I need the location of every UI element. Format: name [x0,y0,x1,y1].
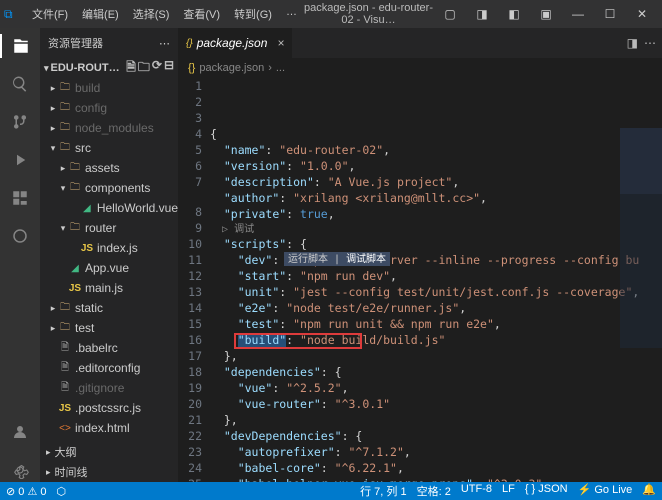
extensions-icon[interactable] [8,186,32,210]
gear-icon[interactable] [8,458,32,482]
folder-icon: 🗀 [58,100,72,117]
search-icon[interactable] [8,72,32,96]
tree-item[interactable]: 🗎.gitignore [40,378,178,398]
file-tree: ▸🗀build▸🗀config▸🗀node_modules▾🗀src▸🗀asse… [40,78,178,442]
tree-item[interactable]: ▾🗀router [40,218,178,238]
folder-icon: 🗀 [58,320,72,337]
title-bar: ⧉ 文件(F)编辑(E)选择(S)查看(V)转到(G)… package.jso… [0,0,662,28]
status-item[interactable]: ⬡ [56,485,66,498]
collapse-icon[interactable]: ⊟ [164,58,174,79]
new-file-icon[interactable]: 🗎 [126,58,136,79]
layout-icon[interactable]: ◨ [466,7,498,21]
status-item[interactable]: ⚡ Go Live [578,483,633,499]
debug-icon[interactable] [8,148,32,172]
more-icon[interactable]: ⋯ [159,37,170,50]
tree-item[interactable]: ◢App.vue [40,258,178,278]
folder-icon: 🗀 [68,160,82,177]
tree-item[interactable]: ▸🗀node_modules [40,118,178,138]
js-icon: JS [80,243,94,254]
tree-item[interactable]: ▸🗀test [40,318,178,338]
tree-item[interactable]: JS.postcssrc.js [40,398,178,418]
tree-item[interactable]: <>index.html [40,418,178,438]
sidebar-folder-header[interactable]: ▾ EDU-ROUT… 🗎 🗀 ⟳ ⊟ [40,58,178,78]
tree-item[interactable]: 🗎.editorconfig [40,358,178,378]
tree-item[interactable]: ▸🗀static [40,298,178,318]
folder-icon: 🗀 [58,140,72,157]
folder-icon: 🗀 [68,220,82,237]
file-icon: 🗎 [58,360,72,377]
status-item[interactable]: ⊘ 0 ⚠ 0 [6,485,46,498]
tree-item[interactable]: JSindex.js [40,238,178,258]
menu-item[interactable]: … [280,3,303,25]
js-icon: JS [58,403,72,414]
menu-item[interactable]: 编辑(E) [76,3,125,25]
folder-icon: 🗀 [58,80,72,97]
editor-tabs: {} package.json × ◨ ⋯ [178,28,662,58]
sidebar: 资源管理器 ⋯ ▾ EDU-ROUT… 🗎 🗀 ⟳ ⊟ ▸🗀build▸🗀con… [40,28,178,482]
liveshare-icon[interactable] [8,224,32,248]
timeline-section[interactable]: ▸时间线 [40,462,178,482]
vue-icon: ◢ [68,263,82,274]
tree-item[interactable]: ◢HelloWorld.vue [40,198,178,218]
layout-icon[interactable]: ▢ [434,7,466,21]
explorer-icon[interactable] [0,34,40,58]
status-item[interactable]: UTF-8 [461,483,492,499]
outline-section[interactable]: ▸大纲 [40,442,178,462]
status-item[interactable]: 行 7, 列 1 [360,483,406,499]
layout-icon[interactable]: ▣ [530,7,562,21]
tree-item[interactable]: 🗎.babelrc [40,338,178,358]
vscode-logo-icon: ⧉ [4,7,22,22]
minimap[interactable] [620,128,662,348]
menu-item[interactable]: 文件(F) [26,3,74,25]
status-item[interactable]: 空格: 2 [417,483,451,499]
sidebar-header: 资源管理器 ⋯ [40,28,178,58]
code-editor[interactable]: 1234567891011121314151617181920212223242… [178,78,662,482]
source-control-icon[interactable] [8,110,32,134]
tree-item[interactable]: ▾🗀src [40,138,178,158]
more-icon[interactable]: ⋯ [644,36,656,50]
status-item[interactable]: LF [502,483,515,499]
status-item[interactable]: 🔔 [642,483,656,499]
activity-bar [0,28,40,482]
breadcrumb[interactable]: {} package.json › ... [178,58,662,78]
folder-icon: 🗀 [58,300,72,317]
json-icon: {} [186,38,193,49]
menu-bar: 文件(F)编辑(E)选择(S)查看(V)转到(G)… [26,3,303,25]
split-editor-icon[interactable]: ◨ [627,36,638,50]
menu-item[interactable]: 查看(V) [177,3,226,25]
refresh-icon[interactable]: ⟳ [152,58,162,79]
editor-area: {} package.json × ◨ ⋯ {} package.json › … [178,28,662,482]
minimize-icon[interactable]: — [562,7,594,21]
close-icon[interactable]: × [277,36,284,50]
new-folder-icon[interactable]: 🗀 [138,58,150,79]
window-title: package.json - edu-router-02 - Visu… [303,2,434,26]
tree-item[interactable]: ▾🗀components [40,178,178,198]
maximize-icon[interactable]: ☐ [594,7,626,21]
folder-icon: 🗀 [58,120,72,137]
tab-package-json[interactable]: {} package.json × [178,28,293,58]
html-icon: <> [58,423,72,434]
json-icon: {} [188,62,195,74]
tree-item[interactable]: ▸🗀config [40,98,178,118]
js-icon: JS [68,283,82,294]
tree-item[interactable]: JSmain.js [40,278,178,298]
status-bar: ⊘ 0 ⚠ 0 ⬡ 行 7, 列 1 空格: 2 UTF-8 LF { } JSON ⚡ G… [0,482,662,500]
layout-icon[interactable]: ◧ [498,7,530,21]
folder-icon: 🗀 [68,180,82,197]
vue-icon: ◢ [80,203,94,214]
menu-item[interactable]: 选择(S) [127,3,176,25]
close-icon[interactable]: ✕ [626,7,658,21]
file-icon: 🗎 [58,380,72,397]
tree-item[interactable]: ▸🗀assets [40,158,178,178]
menu-item[interactable]: 转到(G) [228,3,278,25]
status-item[interactable]: { } JSON [525,483,568,499]
account-icon[interactable] [8,420,32,444]
tree-item[interactable]: ▸🗀build [40,78,178,98]
file-icon: 🗎 [58,340,72,357]
